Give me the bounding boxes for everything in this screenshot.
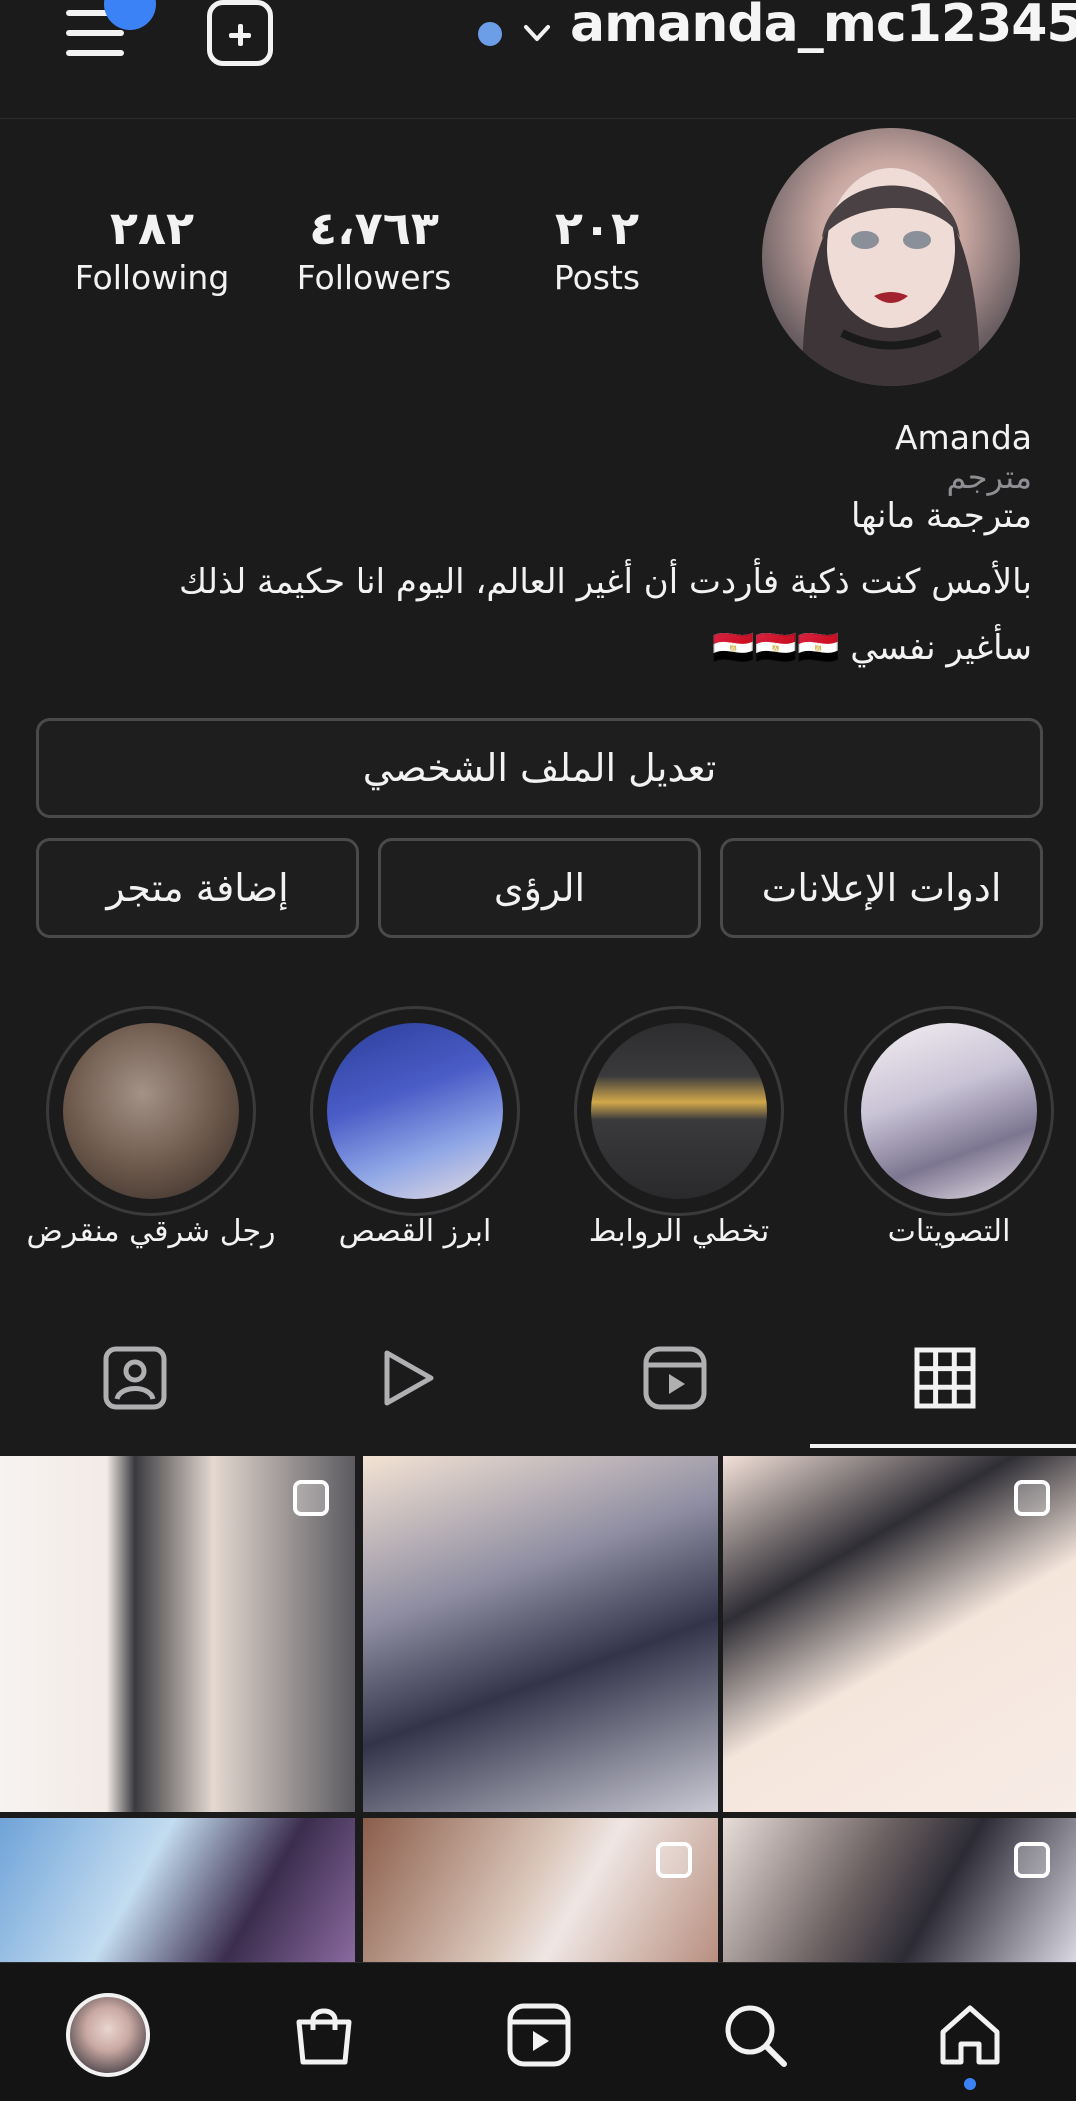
- highlight-votes[interactable]: [844, 1006, 1054, 1216]
- nav-shop[interactable]: [269, 1980, 379, 2090]
- reels-icon: [507, 2003, 571, 2067]
- followers-count: ٤،٧٦٣: [309, 201, 439, 255]
- online-status-dot: [478, 22, 502, 46]
- search-icon: [725, 2005, 787, 2067]
- play-icon: [384, 1350, 434, 1406]
- nav-profile[interactable]: [53, 1980, 163, 2090]
- edit-profile-button[interactable]: تعديل الملف الشخصي: [36, 718, 1043, 818]
- home-notification-dot: [964, 2078, 976, 2090]
- insights-button[interactable]: الرؤى: [378, 838, 701, 938]
- post-thumbnail[interactable]: [0, 1818, 355, 1962]
- tab-reels-play[interactable]: [316, 1328, 496, 1428]
- stat-following[interactable]: ٢٨٢ Following: [42, 200, 262, 300]
- post-thumbnail[interactable]: [723, 1456, 1076, 1812]
- following-count: ٢٨٢: [109, 201, 195, 255]
- nav-home[interactable]: [915, 1980, 1025, 2090]
- tab-tagged[interactable]: [45, 1328, 225, 1428]
- multi-post-icon: [1014, 1480, 1050, 1516]
- chevron-down-icon[interactable]: [522, 18, 552, 48]
- highlight-top-stories[interactable]: [310, 1006, 520, 1216]
- profile-avatar-icon: [66, 1993, 150, 2077]
- nav-search[interactable]: [700, 1980, 810, 2090]
- reels-icon: [643, 1346, 707, 1410]
- highlight-label: ابرز القصص: [338, 1214, 492, 1249]
- highlight-label: رجل شرقي منقرض: [26, 1214, 276, 1249]
- grid-icon: [914, 1347, 976, 1409]
- profile-name: Amanda: [894, 418, 1032, 457]
- tab-grid[interactable]: [855, 1328, 1035, 1428]
- post-thumbnail[interactable]: [363, 1456, 718, 1812]
- stat-posts[interactable]: ٢٠٢ Posts: [487, 200, 707, 300]
- tab-clips[interactable]: [585, 1328, 765, 1428]
- profile-avatar[interactable]: [762, 128, 1020, 386]
- stat-followers[interactable]: ٤،٧٦٣ Followers: [264, 200, 484, 300]
- post-thumbnail[interactable]: [0, 1456, 355, 1812]
- highlight-label: تخطي الروابط: [588, 1214, 770, 1249]
- create-post-button[interactable]: [207, 0, 273, 66]
- bio-line: بالأمس كنت ذكية فأردت أن أغير العالم، ال…: [179, 562, 1032, 602]
- nav-reels[interactable]: [484, 1980, 594, 2090]
- active-tab-indicator: [810, 1444, 1076, 1448]
- ad-tools-button[interactable]: ادوات الإعلانات: [720, 838, 1043, 938]
- bio-line: سأغير نفسي 🇪🇬🇪🇬🇪🇬: [712, 628, 1032, 668]
- highlight-label: التصويتات: [887, 1214, 1011, 1249]
- multi-post-icon: [656, 1842, 692, 1878]
- multi-post-icon: [293, 1480, 329, 1516]
- shopping-bag-icon: [296, 2008, 352, 2065]
- home-icon: [940, 2005, 1000, 2065]
- multi-post-icon: [1014, 1842, 1050, 1878]
- post-thumbnail[interactable]: [723, 1818, 1076, 1962]
- highlight-skip-links[interactable]: [574, 1006, 784, 1216]
- posts-label: Posts: [553, 258, 641, 297]
- post-thumbnail[interactable]: [363, 1818, 718, 1962]
- highlight-eastern-man[interactable]: [46, 1006, 256, 1216]
- tagged-person-icon: [103, 1346, 167, 1410]
- bio-line: مترجمة مانها: [850, 496, 1032, 536]
- add-shop-button[interactable]: إضافة متجر: [36, 838, 359, 938]
- posts-count: ٢٠٢: [554, 201, 640, 255]
- profile-category: مترجم: [946, 458, 1032, 496]
- followers-label: Followers: [296, 258, 452, 297]
- account-username[interactable]: amanda_mc12345: [570, 0, 1076, 54]
- following-label: Following: [74, 258, 230, 297]
